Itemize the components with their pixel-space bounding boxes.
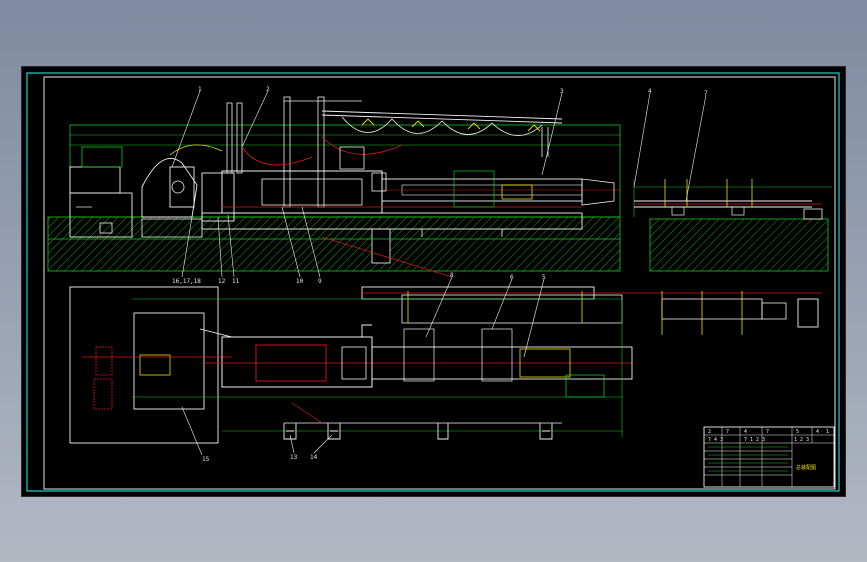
tb-cell-1: 2: [708, 429, 711, 435]
foundation-section-left: [47, 216, 621, 272]
pit: [371, 228, 391, 264]
callout-9: 9: [318, 278, 322, 285]
callout-15: 15: [202, 456, 210, 463]
callout-12: 12: [218, 278, 226, 285]
assembly-drawing: 1 2 3 4 7 16,17,18 12 11 10 9 8 6 5 15 1…: [26, 72, 840, 492]
tb-cell-3: 4: [744, 429, 747, 435]
callout-4: 4: [648, 88, 652, 95]
callout-7: 7: [704, 90, 708, 97]
callout-11: 11: [232, 278, 240, 285]
title-block: [703, 426, 835, 488]
callout-8: 8: [450, 272, 454, 279]
cad-application: 1 2 3 4 7 16,17,18 12 11 10 9 8 6 5 15 1…: [0, 0, 867, 562]
tb-code-2: 7 1 2 3: [744, 437, 765, 443]
drawing-title: 总装配图: [796, 464, 816, 471]
callout-5: 5: [542, 274, 546, 281]
outer-border: [26, 72, 840, 492]
tb-code-1: 7 4 3: [708, 437, 723, 443]
callout-1: 1: [198, 86, 202, 93]
drawing-viewport[interactable]: 1 2 3 4 7 16,17,18 12 11 10 9 8 6 5 15 1…: [21, 66, 846, 497]
callout-14: 14: [310, 454, 318, 461]
tb-cell-2: 7: [726, 429, 729, 435]
tb-cell-6: 4: [816, 429, 819, 435]
callout-3: 3: [560, 88, 564, 95]
callout-6: 6: [510, 274, 514, 281]
callout-10: 10: [296, 278, 304, 285]
tb-cell-7: 1: [826, 429, 829, 435]
tb-cell-4: 7: [766, 429, 769, 435]
tb-code-3: 1 2 3: [794, 437, 809, 443]
elevation-view: [47, 90, 832, 278]
callout-16-17-18: 16,17,18: [172, 278, 201, 285]
foundation-section-right: [649, 218, 829, 272]
callout-13: 13: [290, 454, 298, 461]
tb-cell-5: 5: [796, 429, 799, 435]
callout-2: 2: [266, 86, 270, 93]
